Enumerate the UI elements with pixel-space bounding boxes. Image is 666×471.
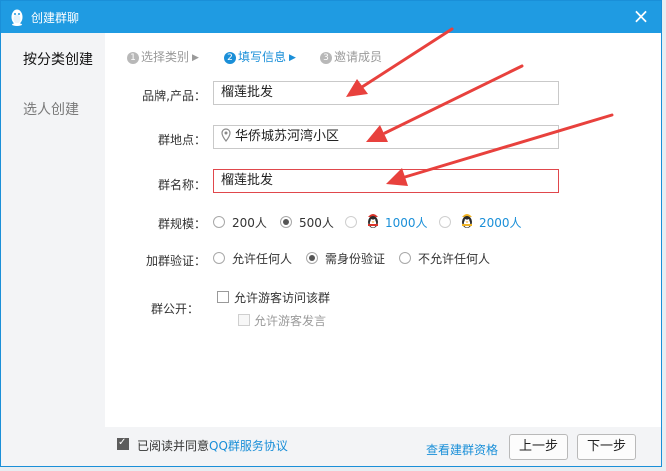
scale-option-2000[interactable]: 2000人 — [479, 214, 522, 231]
verify-option-nobody[interactable]: 不允许任何人 — [418, 250, 490, 267]
step-number: 3 — [320, 52, 332, 64]
allow-visitor-checkbox[interactable] — [217, 291, 229, 303]
scale-radio-500[interactable] — [280, 216, 292, 228]
left-nav: 按分类创建 选人创建 — [1, 33, 105, 466]
agreement-link[interactable]: QQ群服务协议 — [209, 439, 288, 453]
brand-input-value: 榴莲批发 — [221, 85, 274, 100]
allow-visitor-speak-label[interactable]: 允许游客发言 — [254, 312, 326, 329]
step-label: 填写信息 — [238, 50, 287, 64]
location-input[interactable]: 华侨城苏河湾小区 — [213, 125, 559, 149]
group-scale-label: 群规模： — [157, 217, 206, 231]
step-choose-category: 1 选择类别 ▶ — [127, 48, 199, 65]
verify-option-identity[interactable]: 需身份验证 — [325, 250, 385, 267]
scale-option-500[interactable]: 500人 — [299, 214, 334, 231]
group-name-input[interactable]: 榴莲批发 — [213, 169, 559, 193]
scale-radio-2000[interactable] — [439, 216, 451, 228]
footer-bar: 已阅读并同意QQ群服务协议 查看建群资格 上一步 下一步 — [105, 427, 661, 466]
scale-option-1000[interactable]: 1000人 — [385, 214, 428, 231]
title-bar: 创建群聊 × — [1, 1, 661, 33]
verify-option-anyone[interactable]: 允许任何人 — [232, 250, 292, 267]
close-button[interactable]: × — [631, 5, 651, 27]
brand-label: 品牌,产品： — [142, 89, 206, 103]
verify-radio-nobody[interactable] — [399, 252, 411, 264]
allow-visitor-label[interactable]: 允许游客访问该群 — [234, 289, 330, 306]
step-arrow-icon: ▶ — [289, 53, 296, 63]
nav-item-by-people[interactable]: 选人创建 — [23, 99, 79, 119]
background-strip-bottom — [0, 467, 666, 471]
step-invite-members: 3 邀请成员 — [320, 48, 382, 65]
join-verify-label: 加群验证： — [145, 254, 206, 268]
prev-button[interactable]: 上一步 — [509, 434, 568, 460]
step-arrow-icon: ▶ — [192, 53, 199, 63]
scale-option-200[interactable]: 200人 — [232, 214, 267, 231]
verify-radio-identity[interactable] — [306, 252, 318, 264]
verify-radio-anyone[interactable] — [213, 252, 225, 264]
step-fill-info: 2 填写信息 ▶ — [224, 48, 296, 65]
qq-penguin-icon — [11, 9, 23, 26]
create-group-dialog: 创建群聊 × 按分类创建 选人创建 1 选择类别 ▶ 2 填写信息 ▶ 3 邀请成员 品牌… — [0, 0, 662, 467]
penguin-yellow-icon — [462, 214, 472, 228]
brand-input[interactable]: 榴莲批发 — [213, 81, 559, 105]
background-strip-right — [662, 0, 666, 471]
location-input-value: 华侨城苏河湾小区 — [235, 129, 340, 144]
agree-checkbox[interactable] — [117, 437, 129, 450]
step-number: 2 — [224, 52, 236, 64]
group-public-label: 群公开： — [150, 302, 199, 316]
agree-label: 已阅读并同意 — [137, 439, 210, 453]
penguin-red-icon — [368, 214, 378, 228]
group-name-label: 群名称： — [157, 178, 206, 192]
group-name-input-value: 榴莲批发 — [221, 173, 274, 188]
step-label: 邀请成员 — [334, 50, 383, 64]
nav-item-by-category[interactable]: 按分类创建 — [23, 49, 93, 69]
qualification-link[interactable]: 查看建群资格 — [426, 441, 498, 458]
scale-radio-1000[interactable] — [345, 216, 357, 228]
next-button[interactable]: 下一步 — [577, 434, 636, 460]
step-label: 选择类别 — [141, 50, 190, 64]
step-number: 1 — [127, 52, 139, 64]
allow-visitor-speak-checkbox[interactable] — [238, 314, 250, 326]
scale-radio-200[interactable] — [213, 216, 225, 228]
location-label: 群地点： — [157, 133, 206, 147]
window-title: 创建群聊 — [31, 11, 80, 25]
agree-text: 已阅读并同意QQ群服务协议 — [137, 437, 288, 454]
location-pin-icon — [221, 128, 231, 142]
close-icon[interactable]: × — [633, 4, 650, 28]
